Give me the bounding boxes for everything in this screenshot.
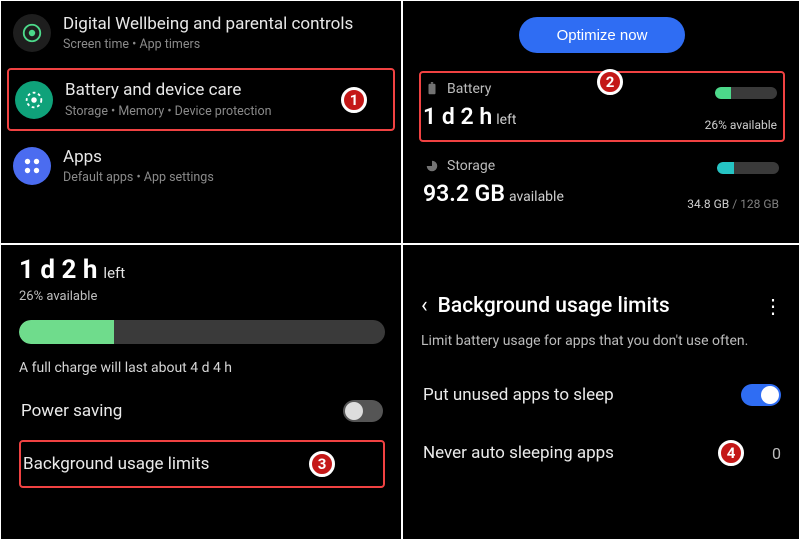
page-description: Limit battery usage for apps that you do… (421, 332, 783, 350)
battery-icon (423, 82, 441, 96)
settings-row-apps[interactable]: Apps Default apps • App settings (7, 137, 395, 195)
settings-sub: Screen time • App timers (63, 37, 387, 52)
settings-row-battery-device-care[interactable]: Battery and device care Storage • Memory… (7, 68, 395, 130)
step-badge-4: 4 (718, 440, 744, 466)
bg-limits-label: Background usage limits (23, 454, 209, 474)
put-sleep-label: Put unused apps to sleep (423, 385, 614, 405)
battery-label: Battery (447, 81, 491, 97)
device-care-icon (15, 81, 53, 119)
put-unused-apps-to-sleep-row[interactable]: Put unused apps to sleep (421, 370, 783, 420)
step-badge-1: 1 (341, 87, 367, 113)
battery-time-suffix: left (496, 112, 516, 128)
page-title: Background usage limits (438, 294, 763, 318)
battery-time-left: 1 d 2 h (423, 103, 492, 130)
settings-title: Apps (63, 147, 387, 167)
step-badge-3: 3 (309, 451, 335, 477)
storage-total: / 128 GB (729, 197, 779, 211)
battery-progress-bar (19, 320, 385, 344)
storage-available-suffix: available (509, 189, 564, 205)
panel-settings-list: Digital Wellbeing and parental controls … (0, 0, 402, 244)
battery-available: 26% available (705, 118, 777, 132)
battery-mini-bar (715, 87, 777, 99)
battery-headline-time: 1 d 2 h (19, 255, 97, 285)
settings-row-wellbeing[interactable]: Digital Wellbeing and parental controls … (7, 4, 395, 62)
put-sleep-toggle[interactable] (741, 384, 781, 406)
more-icon[interactable]: ⋮ (763, 294, 783, 318)
never-sleep-label: Never auto sleeping apps (423, 443, 614, 463)
settings-sub: Storage • Memory • Device protection (65, 104, 385, 119)
settings-title: Battery and device care (65, 80, 385, 100)
settings-title: Digital Wellbeing and parental controls (63, 14, 387, 34)
power-saving-toggle[interactable] (343, 400, 383, 422)
storage-used-total: 34.8 GB / 128 GB (687, 197, 779, 211)
apps-icon (13, 147, 51, 185)
battery-available-text: 26% available (19, 289, 385, 304)
panel-battery-detail: 1 d 2 h left 26% available A full charge… (0, 244, 402, 540)
storage-label: Storage (447, 158, 495, 174)
storage-mini-bar (717, 162, 779, 174)
storage-card[interactable]: Storage 93.2 GB available 34.8 GB / 128 … (419, 148, 785, 219)
power-saving-label: Power saving (21, 401, 122, 421)
battery-headline-suffix: left (103, 264, 125, 282)
back-icon[interactable]: ‹ (421, 293, 428, 318)
wellbeing-icon (13, 14, 51, 52)
never-auto-sleeping-apps-row[interactable]: Never auto sleeping apps 4 0 (421, 426, 783, 480)
background-usage-limits-row[interactable]: Background usage limits 3 (19, 440, 385, 488)
optimize-now-button[interactable]: Optimize now (519, 17, 685, 53)
panel-device-care-summary: Optimize now Battery 1 d 2 h left 26% av… (402, 0, 800, 244)
power-saving-row[interactable]: Power saving (19, 386, 385, 436)
step-badge-2: 2 (597, 69, 623, 95)
settings-sub: Default apps • App settings (63, 170, 387, 185)
storage-icon (423, 159, 441, 173)
never-sleep-count: 0 (772, 444, 781, 463)
storage-available-value: 93.2 GB (423, 180, 505, 207)
battery-card[interactable]: Battery 1 d 2 h left 26% available 2 (419, 71, 785, 142)
full-charge-note: A full charge will last about 4 d 4 h (19, 360, 385, 376)
panel-bg-usage-limits: ‹ Background usage limits ⋮ Limit batter… (402, 244, 800, 540)
storage-used: 34.8 GB (687, 197, 729, 211)
